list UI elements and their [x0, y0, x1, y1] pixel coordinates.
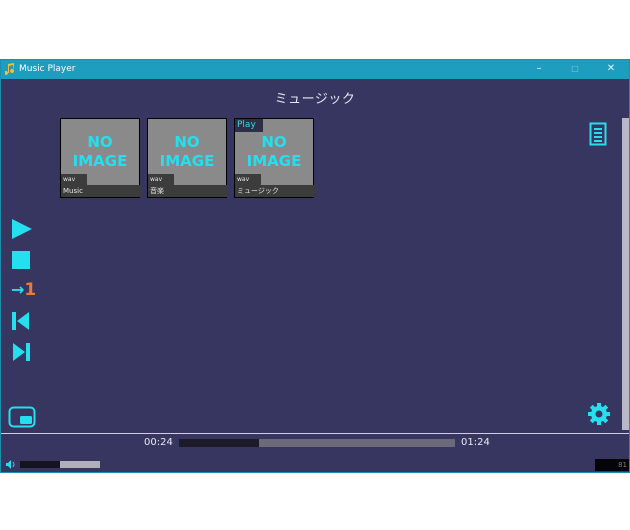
repeat-count: 1 — [24, 280, 37, 300]
format-badge: wav — [235, 174, 261, 185]
no-image-placeholder: NO IMAGE — [159, 133, 215, 170]
music-player-window: Music Player – □ ✕ ミュージック NO IMAGE wav M… — [0, 59, 630, 473]
skip-forward-icon[interactable] — [11, 342, 31, 362]
volume-slider[interactable] — [20, 461, 100, 468]
track-tile-playing[interactable]: Play NO IMAGE wav ミュージック — [234, 118, 315, 198]
now-playing-title: ミュージック — [274, 92, 356, 107]
scrollbar[interactable] — [622, 118, 629, 430]
no-image-placeholder: NO IMAGE — [72, 133, 128, 170]
total-time: 01:24 — [461, 437, 490, 448]
music-note-icon — [5, 63, 14, 75]
arrow-right-icon: → — [11, 280, 25, 299]
stop-icon[interactable] — [11, 250, 31, 270]
volume-level — [20, 461, 60, 468]
track-name: 音楽 — [148, 185, 228, 197]
status-indicator: 81 — [595, 459, 629, 471]
track-tile[interactable]: NO IMAGE wav Music — [60, 118, 141, 198]
divider — [1, 433, 629, 434]
skip-back-icon[interactable] — [11, 311, 31, 331]
repeat-mode-button[interactable]: →1 — [11, 280, 41, 302]
settings-gear-icon[interactable] — [587, 402, 611, 426]
play-icon[interactable] — [11, 218, 33, 240]
play-status-badge: Play — [235, 119, 263, 132]
format-badge: wav — [61, 174, 87, 185]
format-badge: wav — [148, 174, 174, 185]
title-bar[interactable]: Music Player – □ ✕ — [1, 60, 629, 79]
mini-player-icon[interactable] — [8, 406, 36, 428]
seek-progress — [179, 439, 260, 447]
elapsed-time: 00:24 — [144, 437, 173, 448]
close-button[interactable]: ✕ — [603, 62, 619, 76]
seek-slider[interactable] — [179, 439, 455, 447]
maximize-button[interactable]: □ — [567, 62, 583, 76]
playlist-icon[interactable] — [589, 122, 607, 146]
minimize-button[interactable]: – — [531, 62, 547, 76]
speaker-icon[interactable] — [6, 460, 17, 469]
track-name: Music — [61, 185, 141, 197]
window-title: Music Player — [19, 64, 76, 74]
track-name: ミュージック — [235, 185, 315, 197]
no-image-placeholder: NO IMAGE — [246, 133, 302, 170]
track-tile[interactable]: NO IMAGE wav 音楽 — [147, 118, 228, 198]
